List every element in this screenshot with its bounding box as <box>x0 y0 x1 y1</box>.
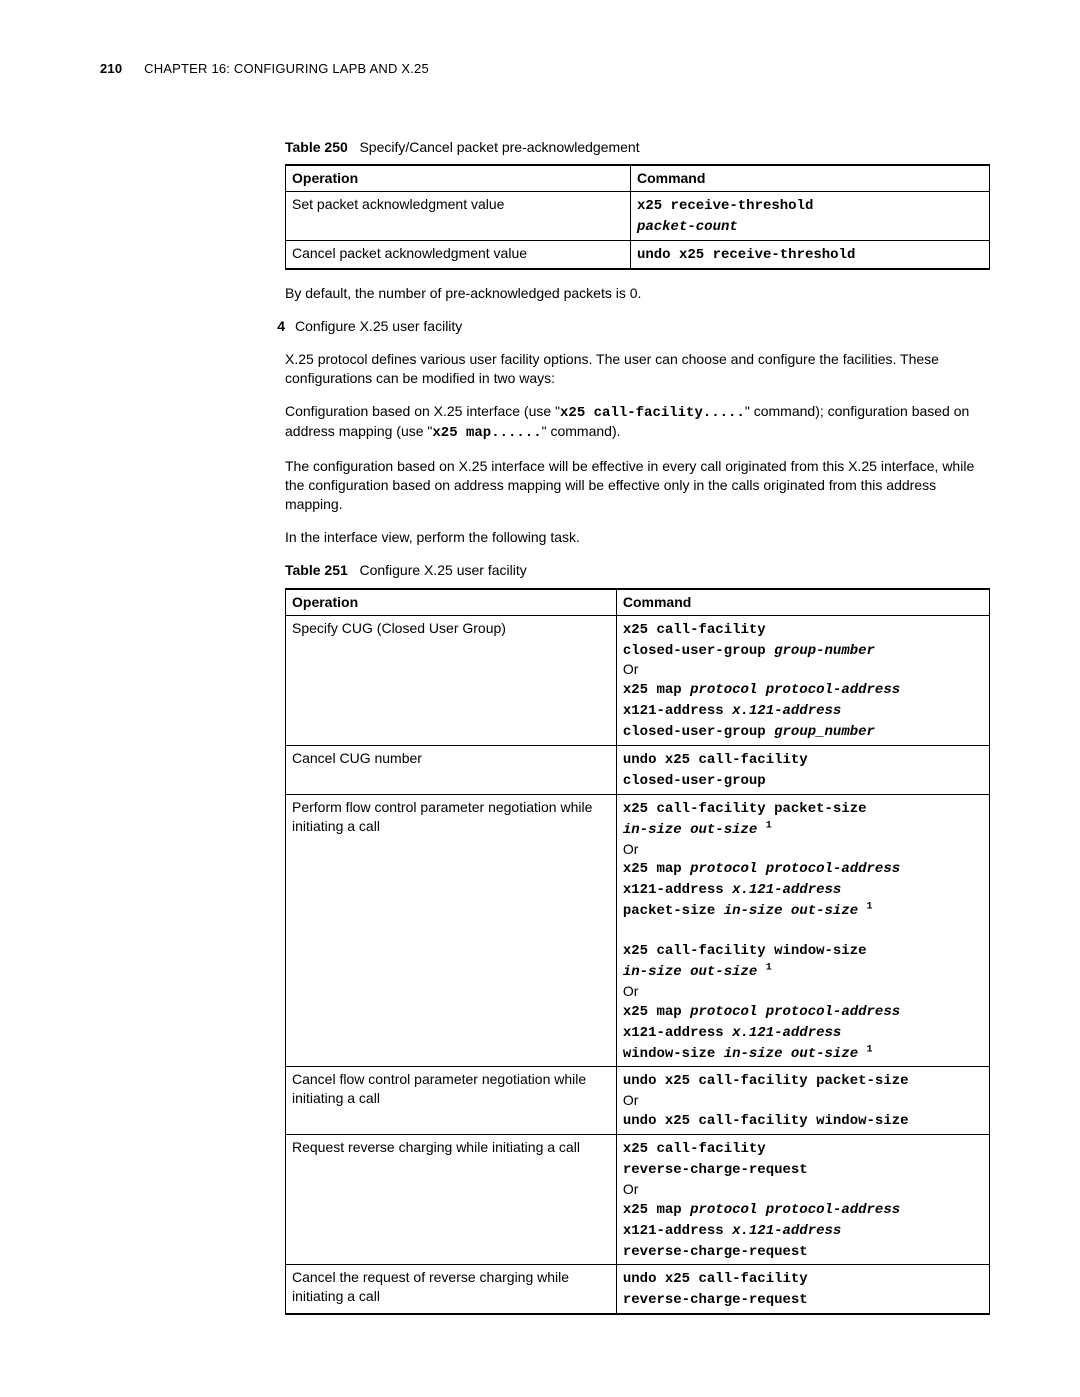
table-row: Cancel CUG number undo x25 call-facility… <box>286 746 990 795</box>
table-row: Operation Command <box>286 165 990 191</box>
table-row: Specify CUG (Closed User Group) x25 call… <box>286 615 990 745</box>
operation-cell: Cancel CUG number <box>286 746 617 795</box>
command-text: x25 receive-threshold <box>637 198 813 214</box>
page-number: 210 <box>100 61 122 76</box>
paragraph: The configuration based on X.25 interfac… <box>285 457 990 514</box>
paragraph: In the interface view, perform the follo… <box>285 528 990 547</box>
operation-cell: Specify CUG (Closed User Group) <box>286 615 617 745</box>
text: Configuration based on X.25 interface (u… <box>285 403 560 419</box>
col-header-operation: Operation <box>286 165 631 191</box>
col-header-command: Command <box>630 165 989 191</box>
operation-cell: Cancel packet acknowledgment value <box>286 241 631 269</box>
page-header: 210 CHAPTER 16: CONFIGURING LAPB AND X.2… <box>100 60 990 78</box>
step-number: 4 <box>255 317 295 336</box>
inline-code: x25 call-facility..... <box>560 405 745 421</box>
content-column: Table 250 Specify/Cancel packet pre-ackn… <box>285 138 990 1316</box>
table-row: Request reverse charging while initiatin… <box>286 1135 990 1265</box>
step-title: Configure X.25 user facility <box>295 317 462 336</box>
table-250-number: Table 250 <box>285 139 348 155</box>
paragraph: Configuration based on X.25 interface (u… <box>285 402 990 444</box>
command-cell: undo x25 call-facility closed-user-group <box>616 746 989 795</box>
text: " command). <box>542 423 621 439</box>
command-text: packet-count <box>637 219 738 235</box>
table-250-title: Specify/Cancel packet pre-acknowledgemen… <box>359 139 639 155</box>
col-header-command: Command <box>616 589 989 615</box>
command-cell: x25 call-facility closed-user-group grou… <box>616 615 989 745</box>
operation-cell: Request reverse charging while initiatin… <box>286 1135 617 1265</box>
inline-code: x25 map...... <box>432 425 541 441</box>
table-251-title: Configure X.25 user facility <box>359 562 526 578</box>
table-row: Cancel the request of reverse charging w… <box>286 1265 990 1314</box>
table-row: Cancel flow control parameter negotiatio… <box>286 1067 990 1135</box>
col-header-operation: Operation <box>286 589 617 615</box>
table-row: Cancel packet acknowledgment value undo … <box>286 241 990 269</box>
page: 210 CHAPTER 16: CONFIGURING LAPB AND X.2… <box>0 0 1080 1397</box>
operation-cell: Cancel the request of reverse charging w… <box>286 1265 617 1314</box>
operation-cell: Set packet acknowledgment value <box>286 192 631 241</box>
paragraph: X.25 protocol defines various user facil… <box>285 350 990 388</box>
table-251-number: Table 251 <box>285 562 348 578</box>
command-text: undo x25 receive-threshold <box>637 247 855 263</box>
chapter-label: CHAPTER 16: CONFIGURING LAPB AND X.25 <box>144 61 429 76</box>
command-cell: x25 call-facility reverse-charge-request… <box>616 1135 989 1265</box>
table-row: Set packet acknowledgment value x25 rece… <box>286 192 990 241</box>
step-4: 4 Configure X.25 user facility <box>285 317 990 336</box>
command-cell: undo x25 call-facility packet-size Or un… <box>616 1067 989 1135</box>
table-row: Operation Command <box>286 589 990 615</box>
table-251-caption: Table 251 Configure X.25 user facility <box>285 561 990 580</box>
command-cell: x25 receive-threshold packet-count <box>630 192 989 241</box>
table-row: Perform flow control parameter negotiati… <box>286 794 990 1067</box>
operation-cell: Cancel flow control parameter negotiatio… <box>286 1067 617 1135</box>
command-cell: x25 call-facility packet-size in-size ou… <box>616 794 989 1067</box>
table-250-caption: Table 250 Specify/Cancel packet pre-ackn… <box>285 138 990 157</box>
paragraph: By default, the number of pre-acknowledg… <box>285 284 990 303</box>
table-251: Operation Command Specify CUG (Closed Us… <box>285 588 990 1315</box>
operation-cell: Perform flow control parameter negotiati… <box>286 794 617 1067</box>
command-cell: undo x25 call-facility reverse-charge-re… <box>616 1265 989 1314</box>
table-250: Operation Command Set packet acknowledgm… <box>285 164 990 270</box>
command-cell: undo x25 receive-threshold <box>630 241 989 269</box>
